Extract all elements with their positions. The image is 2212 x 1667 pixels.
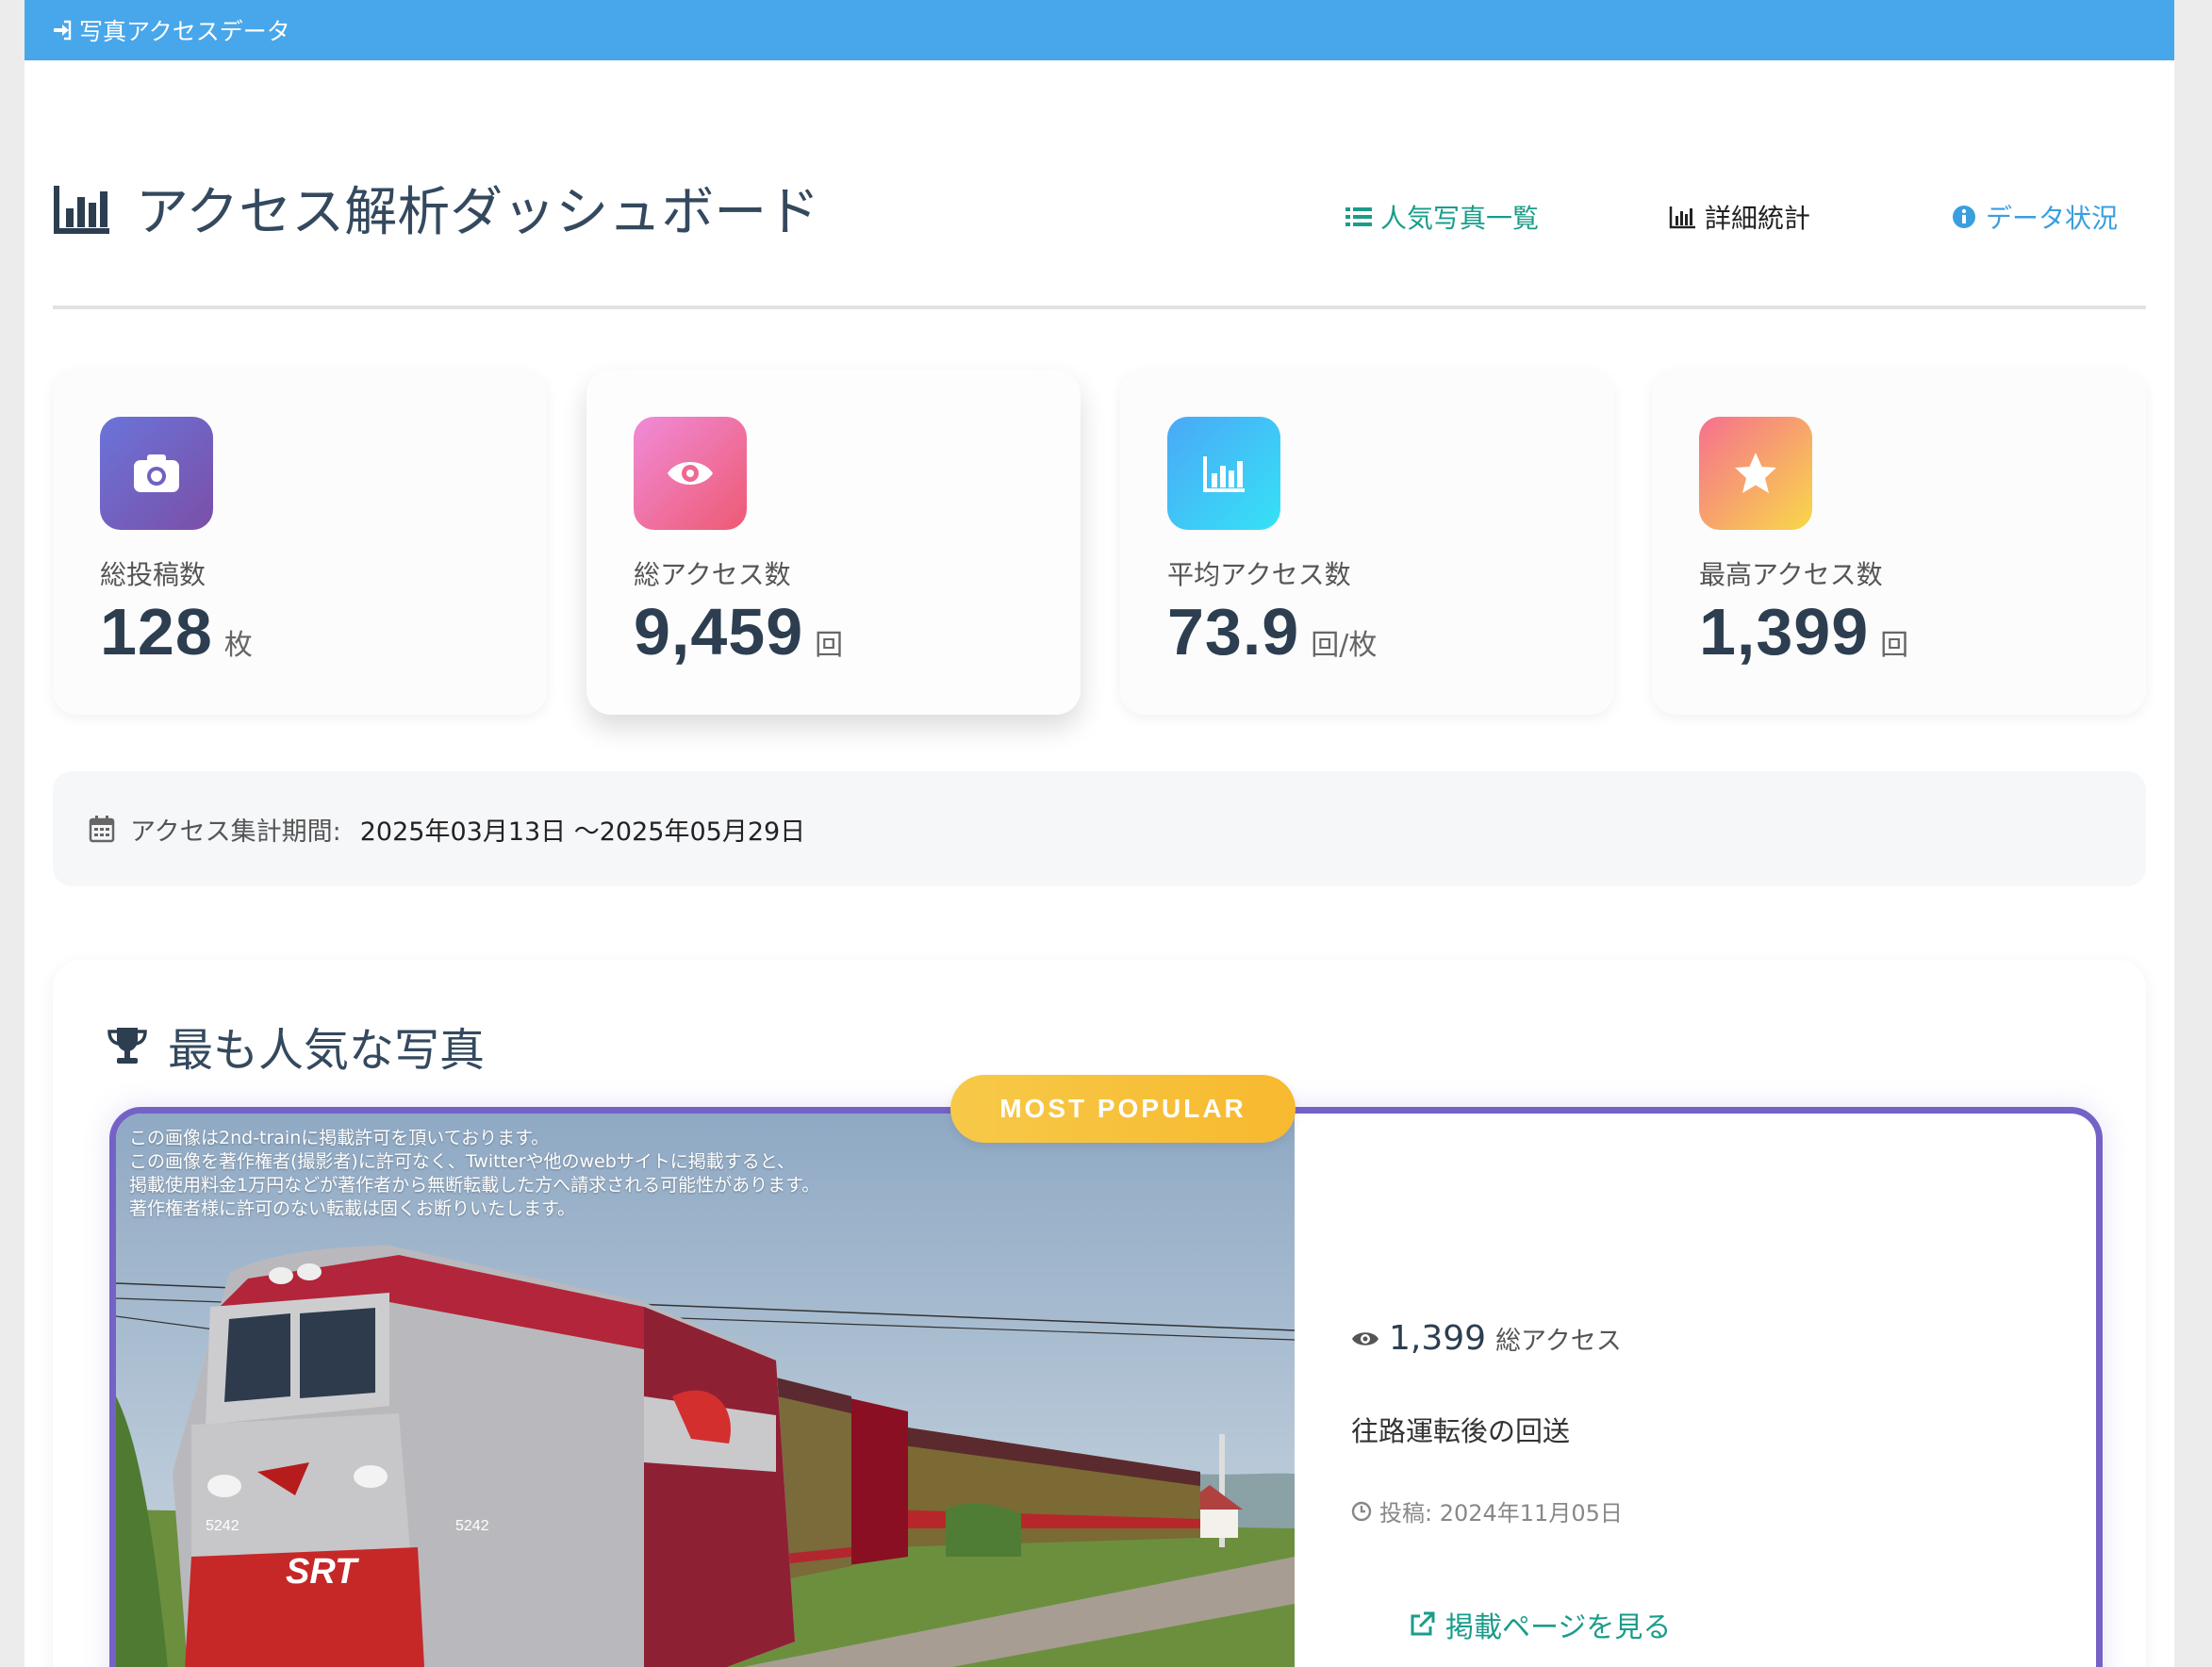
featured-photo-info: 1,399 総アクセス 往路運転後の回送 投稿: 2024年11月05日 掲載ペ… — [1295, 1114, 2083, 1667]
stat-label: 平均アクセス数 — [1167, 559, 1351, 590]
stat-icon-box — [1167, 417, 1280, 530]
section-title-text: 最も人気な写真 — [168, 1024, 486, 1077]
stat-card-total-access[interactable]: 総アクセス数 9,459 回 — [586, 370, 1081, 715]
nav-label: 詳細統計 — [1705, 203, 1811, 234]
stat-card-average-access[interactable]: 平均アクセス数 73.9 回/枚 — [1120, 370, 1614, 715]
notice-line: 著作権者様に許可のない転載は固くお断りいたします。 — [129, 1198, 576, 1219]
stat-card-max-access[interactable]: 最高アクセス数 1,399 回 — [1652, 370, 2146, 715]
sign-in-icon — [54, 20, 72, 41]
period-range: 2025年03月13日 〜2025年05月29日 — [359, 817, 806, 847]
topbar-title[interactable]: 写真アクセスデータ — [79, 13, 290, 47]
bar-chart-icon — [1669, 206, 1695, 229]
notice-line: この画像は2nd-trainに掲載許可を頂いております。 — [129, 1128, 550, 1148]
nav-data-status[interactable]: データ状況 — [1950, 198, 2118, 236]
stat-label: 最高アクセス数 — [1699, 559, 1883, 590]
train-number-left: 5242 — [206, 1518, 239, 1534]
nav-label: 人気写真一覧 — [1380, 203, 1540, 234]
stat-value: 128 枚 — [100, 594, 253, 669]
nav-label: データ状況 — [1986, 203, 2119, 234]
posted-date: 投稿: 2024年11月05日 — [1351, 1494, 1623, 1527]
featured-photo[interactable]: SRT 5242 5242 この画像は2nd-trainに掲載許可を頂いておりま… — [116, 1114, 1295, 1667]
eye-icon — [1352, 1331, 1378, 1345]
photo-caption: 往路運転後の回送 — [1351, 1415, 1571, 1447]
access-count-label: 総アクセス — [1495, 1327, 1622, 1356]
topbar: 写真アクセスデータ — [25, 0, 2174, 60]
stat-label: 総アクセス数 — [634, 559, 791, 590]
stat-value: 9,459 回 — [634, 594, 843, 669]
access-period-bar: アクセス集計期間: 2025年03月13日 〜2025年05月29日 — [53, 771, 2146, 886]
bar-chart-icon — [1203, 456, 1245, 492]
list-icon — [1345, 207, 1372, 226]
info-circle-icon — [1953, 206, 1975, 228]
train-logo: SRT — [286, 1552, 359, 1592]
train-number-right: 5242 — [455, 1518, 489, 1534]
notice-line: この画像を著作権者(撮影者)に許可なく、Twitterや他のwebサイトに掲載す… — [129, 1151, 796, 1172]
access-count-number: 1,399 — [1389, 1319, 1487, 1358]
camera-icon — [134, 454, 179, 492]
stat-icon-box — [100, 417, 213, 530]
trophy-icon — [107, 1028, 147, 1064]
stat-number: 128 — [100, 595, 213, 668]
clock-icon — [1351, 1501, 1372, 1521]
bar-chart-icon — [54, 185, 109, 234]
page-title: アクセス解析ダッシュボード — [53, 170, 819, 246]
period-label: アクセス集計期間: — [130, 817, 341, 847]
featured-photo-card[interactable]: SRT 5242 5242 この画像は2nd-trainに掲載許可を頂いておりま… — [109, 1107, 2103, 1667]
stats-cards: 総投稿数 128 枚 総アクセス数 9,459 回 平均アクセス数 73.9 回… — [53, 370, 2146, 717]
stat-number: 9,459 — [634, 595, 804, 668]
header-divider — [53, 305, 2146, 309]
stat-unit: 回 — [815, 629, 844, 662]
view-post-link[interactable]: 掲載ページを見る — [1408, 1604, 1671, 1645]
stat-value: 1,399 回 — [1699, 594, 1908, 669]
eye-icon — [668, 462, 713, 485]
copyright-notice: この画像は2nd-trainに掲載許可を頂いております。 この画像を著作権者(撮… — [129, 1127, 819, 1221]
nav-popular-photos[interactable]: 人気写真一覧 — [1345, 198, 1539, 236]
access-count: 1,399 総アクセス — [1351, 1319, 1622, 1358]
stat-number: 73.9 — [1167, 595, 1300, 668]
header: アクセス解析ダッシュボード 人気写真一覧 詳細統計 データ状況 — [53, 170, 2146, 311]
page-title-text: アクセス解析ダッシュボード — [136, 182, 820, 243]
page: 写真アクセスデータ アクセス解析ダッシュボード 人気写真一覧 詳細統計 データ状… — [25, 0, 2174, 1667]
view-post-link-label: 掲載ページを見る — [1445, 1611, 1672, 1644]
notice-line: 掲載使用料金1万円などが著作者から無断転載した方へ請求される可能性があります。 — [129, 1175, 820, 1196]
nav-detailed-stats[interactable]: 詳細統計 — [1669, 198, 1810, 236]
stat-icon-box — [1699, 417, 1812, 530]
most-popular-section: 最も人気な写真 SRT 5242 5242 この画像は2nd-trainに掲載許… — [53, 960, 2146, 1667]
stat-icon-box — [634, 417, 747, 530]
calendar-icon — [89, 816, 115, 843]
section-title: 最も人気な写真 — [106, 1013, 485, 1079]
external-link-icon — [1411, 1611, 1435, 1636]
star-icon — [1735, 453, 1776, 493]
stat-unit: 回 — [1880, 629, 1909, 662]
stat-card-total-posts[interactable]: 総投稿数 128 枚 — [53, 370, 547, 715]
stat-value: 73.9 回/枚 — [1167, 594, 1377, 669]
stat-number: 1,399 — [1699, 595, 1870, 668]
stat-unit: 回/枚 — [1311, 629, 1378, 662]
stat-label: 総投稿数 — [100, 559, 206, 590]
stat-unit: 枚 — [223, 629, 253, 662]
most-popular-badge: MOST POPULAR — [950, 1075, 1296, 1143]
posted-date-text: 投稿: 2024年11月05日 — [1379, 1500, 1623, 1527]
